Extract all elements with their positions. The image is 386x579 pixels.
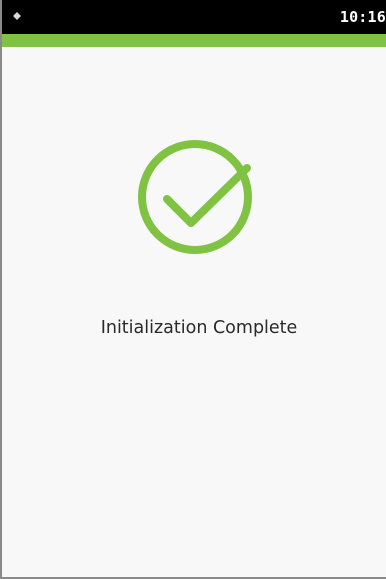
status-message: Initialization Complete [100,318,298,338]
device-screen: 10:16 Initialization Complete [0,0,386,579]
signal-icon [13,12,21,20]
status-time: 10:16 [339,8,386,26]
main-content: Initialization Complete [2,47,386,577]
header-accent-bar [2,34,386,47]
status-bar: 10:16 [2,0,386,34]
check-circle-icon [135,135,263,259]
